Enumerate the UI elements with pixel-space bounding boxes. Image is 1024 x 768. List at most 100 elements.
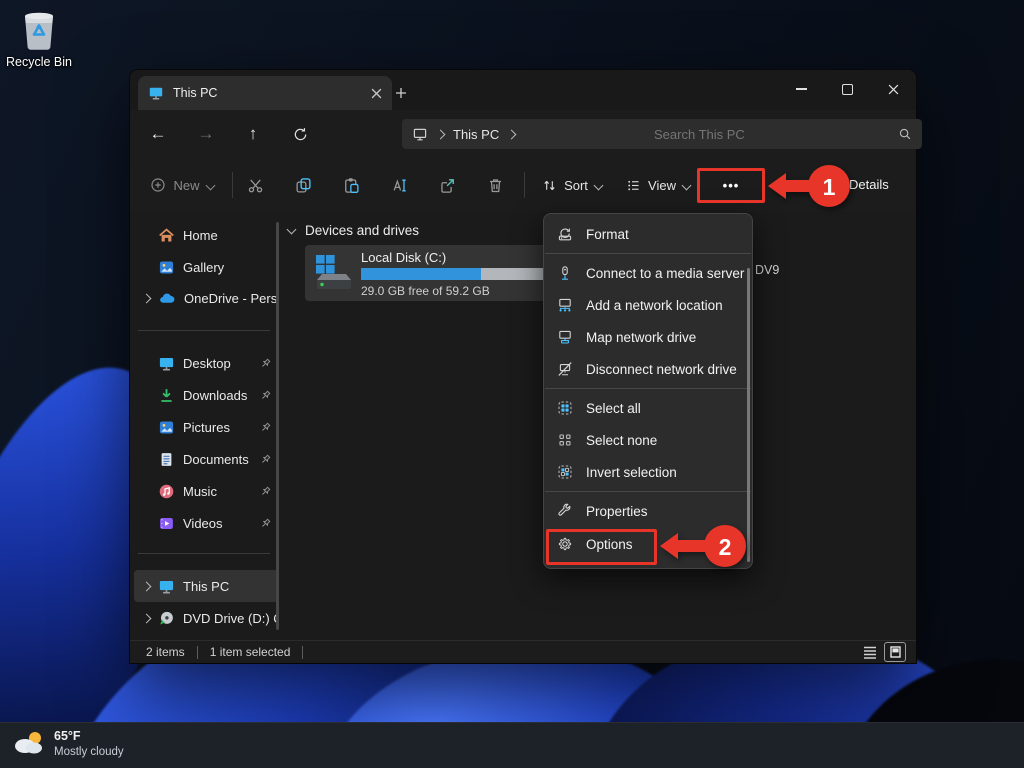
cut-button[interactable] [235,168,275,202]
new-tab-button[interactable] [388,80,414,106]
back-button[interactable]: ← [141,117,175,151]
dvd-drive-icon [158,610,175,627]
local-disk-icon [313,254,355,292]
menu-item-disconnect-network-drive[interactable]: Disconnect network drive [544,353,752,385]
sidebar-divider-2 [138,553,270,554]
tab-strip: This PC [130,70,916,110]
properties-wrench-icon [557,503,573,519]
status-bar: 2 items 1 item selected [130,640,916,663]
new-label: New [173,178,199,193]
step-number-1: 1 [823,174,836,200]
collapse-chevron-icon[interactable] [287,224,297,234]
pin-icon [259,517,272,530]
delete-icon [487,177,504,194]
menu-item-select-none[interactable]: Select none [544,424,752,456]
sidebar-item-pictures[interactable]: Pictures [134,411,278,443]
minimize-button[interactable] [778,70,824,108]
menu-separator [545,491,751,492]
recycle-bin-shortcut[interactable]: Recycle Bin [4,8,74,69]
pin-icon [259,389,272,402]
drive-name: Local Disk (C:) [361,250,446,265]
tab-title: This PC [173,86,362,100]
maximize-button[interactable] [824,70,870,108]
thumbnail-view-icon [890,646,901,658]
share-icon [439,177,456,194]
sort-label: Sort [564,178,588,193]
close-button[interactable] [870,70,916,108]
paste-icon [343,177,360,194]
copy-button[interactable] [283,168,323,202]
forward-button[interactable]: → [189,117,223,151]
menu-separator [545,253,751,254]
pin-icon [259,357,272,370]
breadcrumb-bar[interactable]: This PC [402,119,658,149]
tab-this-pc[interactable]: This PC [138,76,392,110]
media-server-icon [557,265,573,281]
annotation-arrow-step2: 2 [654,520,754,572]
gallery-icon [158,259,175,276]
search-box[interactable] [642,119,922,149]
expand-chevron-icon[interactable] [141,581,151,591]
sidebar-item-dvd-drive[interactable]: DVD Drive (D:) C [134,602,278,634]
menu-item-invert-selection[interactable]: Invert selection [544,456,752,488]
paste-button[interactable] [331,168,371,202]
sidebar-scrollbar[interactable] [276,222,279,630]
sort-button[interactable]: Sort [534,168,610,202]
delete-button[interactable] [475,168,515,202]
selected-count: 1 item selected [210,645,291,659]
weather-widget[interactable]: 65°F Mostly cloudy [12,728,124,760]
sidebar-item-this-pc[interactable]: This PC [134,570,278,602]
share-button[interactable] [427,168,467,202]
sidebar-item-music[interactable]: Music [134,475,278,507]
section-devices-and-drives[interactable]: Devices and drives [288,223,419,238]
close-icon [888,84,899,95]
menu-item-add-network-location[interactable]: Add a network location [544,289,752,321]
this-pc-icon [158,578,175,595]
recycle-bin-icon [20,8,58,52]
expand-chevron-icon[interactable] [141,293,151,303]
thumbnail-view-toggle[interactable] [884,642,906,662]
rename-button[interactable] [379,168,419,202]
chevron-down-icon [682,180,692,190]
select-all-icon [557,400,573,416]
menu-item-format[interactable]: Format [544,218,752,250]
details-view-toggle-icon[interactable] [862,645,878,660]
menu-item-connect-media-server[interactable]: Connect to a media server [544,257,752,289]
sidebar-item-gallery[interactable]: Gallery [134,251,278,283]
expand-chevron-icon[interactable] [141,613,151,623]
sidebar-item-home[interactable]: Home [134,219,278,251]
sidebar-item-desktop[interactable]: Desktop [134,347,278,379]
desktop-icon [158,355,175,372]
sidebar-item-downloads[interactable]: Downloads [134,379,278,411]
sidebar-item-videos[interactable]: Videos [134,507,278,539]
pictures-icon [158,419,175,436]
drive-usage-fill [361,268,481,280]
cut-icon [247,177,264,194]
sidebar-item-documents[interactable]: Documents [134,443,278,475]
item-count: 2 items [146,645,185,659]
search-icon [898,127,912,141]
search-input[interactable] [652,126,898,143]
breadcrumb-this-pc[interactable]: This PC [453,127,499,142]
menu-scrollbar[interactable] [747,268,750,562]
new-button[interactable]: New [140,168,224,202]
status-separator [302,646,303,659]
menu-item-map-network-drive[interactable]: Map network drive [544,321,752,353]
tab-close-icon[interactable] [371,88,382,99]
view-button[interactable]: View [618,168,698,202]
pin-icon [259,421,272,434]
select-none-icon [557,432,573,448]
section-title: Devices and drives [305,223,419,238]
home-icon [158,227,175,244]
up-button[interactable]: ↑ [236,117,270,151]
recycle-bin-label: Recycle Bin [4,55,74,69]
documents-icon [158,451,175,468]
sidebar-item-onedrive[interactable]: OneDrive - Pers [134,282,278,314]
menu-item-select-all[interactable]: Select all [544,392,752,424]
navigation-pane: Home Gallery OneDrive - Pers Desktop [130,212,280,640]
view-label: View [648,178,676,193]
refresh-button[interactable] [283,117,317,151]
music-icon [158,483,175,500]
navigation-bar: ← → ↑ This PC [130,110,916,158]
disconnect-network-drive-icon [557,361,573,377]
